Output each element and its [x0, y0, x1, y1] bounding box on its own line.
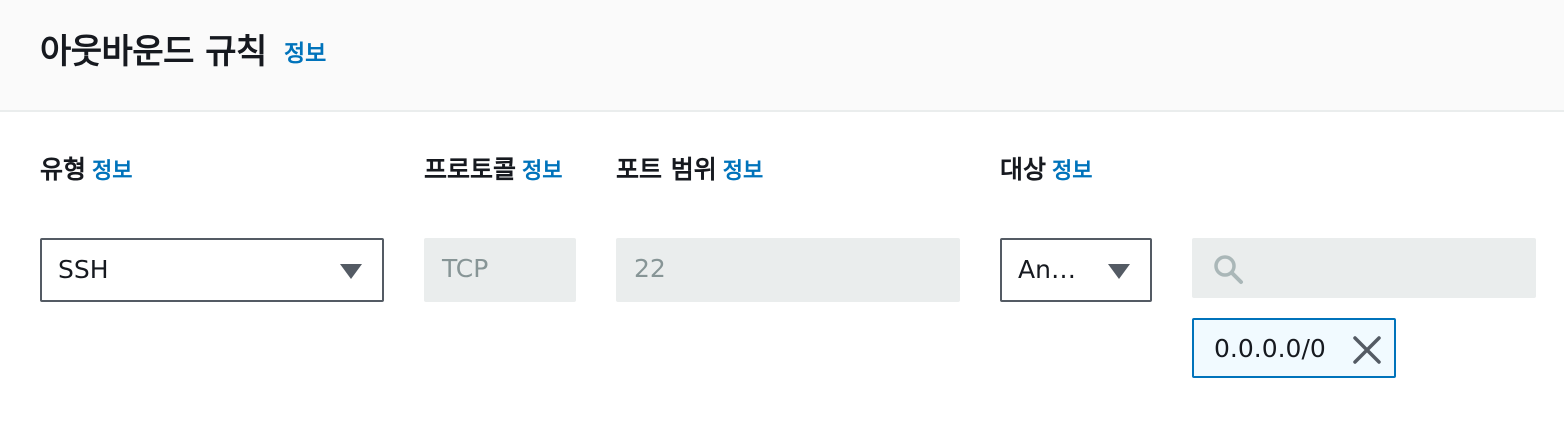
port-range-info-link[interactable]: 정보 [723, 159, 763, 184]
protocol-label: 프로토콜 정보 [424, 150, 563, 186]
destination-label: 대상 정보 [1000, 150, 1093, 186]
protocol-info-link[interactable]: 정보 [522, 159, 562, 184]
protocol-field: TCP [424, 238, 576, 302]
destination-select[interactable]: An… [1000, 238, 1152, 302]
destination-info-link[interactable]: 정보 [1052, 159, 1092, 184]
type-label: 유형 정보 [40, 150, 133, 186]
caret-down-icon [340, 264, 362, 279]
port-range-label-text: 포트 범위 [616, 155, 717, 184]
destination-label-text: 대상 [1000, 155, 1047, 184]
close-icon[interactable] [1352, 335, 1382, 365]
type-select[interactable]: SSH [40, 238, 384, 302]
protocol-value: TCP [442, 254, 489, 283]
caret-down-icon [1108, 264, 1130, 279]
outbound-rules-panel: 아웃바운드 규칙 정보 유형 정보 프로토콜 정보 포트 범위 정보 대상 정보 SSH… [0, 0, 1564, 424]
port-range-value: 22 [634, 254, 666, 283]
port-range-label: 포트 범위 정보 [616, 150, 763, 186]
destination-token: 0.0.0.0/0 [1192, 318, 1396, 378]
title-info-link[interactable]: 정보 [284, 34, 326, 68]
search-icon [1214, 255, 1243, 284]
destination-token-value: 0.0.0.0/0 [1214, 334, 1326, 363]
panel-header: 아웃바운드 규칙 정보 [0, 0, 1564, 112]
page-title: 아웃바운드 규칙 [40, 32, 267, 72]
destination-search-input[interactable] [1254, 248, 1528, 290]
destination-select-value: An… [1018, 255, 1076, 284]
type-label-text: 유형 [40, 155, 87, 184]
protocol-label-text: 프로토콜 [424, 155, 517, 184]
destination-search-field[interactable] [1192, 238, 1536, 298]
type-select-value: SSH [58, 255, 109, 284]
type-info-link[interactable]: 정보 [92, 159, 132, 184]
port-range-field: 22 [616, 238, 960, 302]
